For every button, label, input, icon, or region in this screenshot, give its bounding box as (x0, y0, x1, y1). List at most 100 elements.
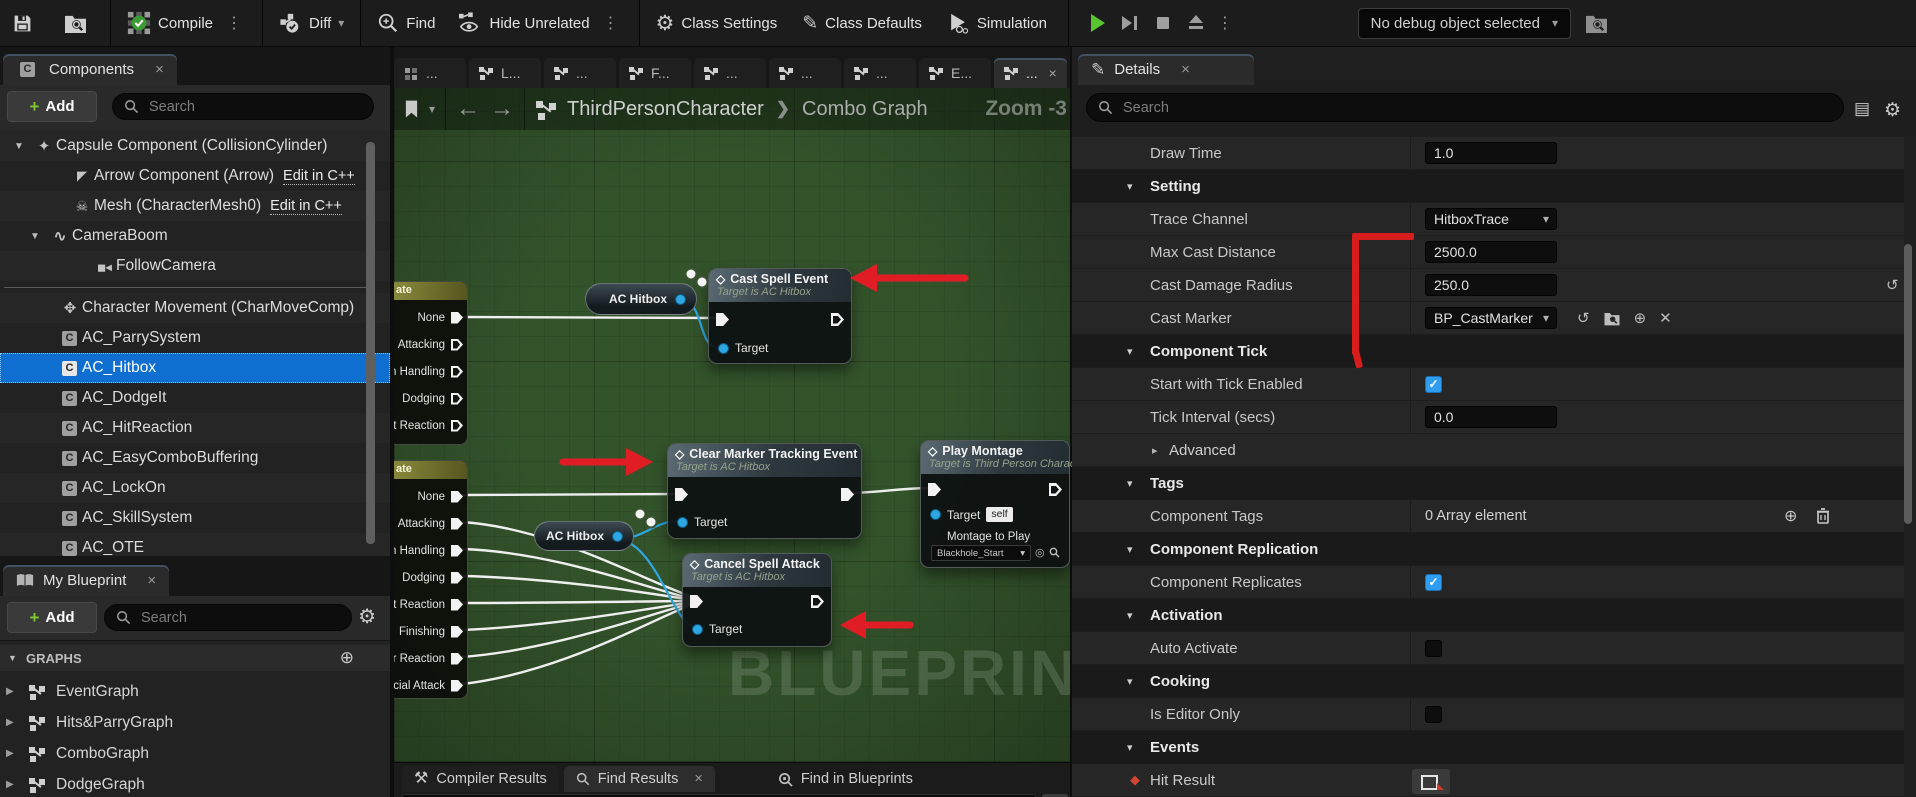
exec-pin-icon[interactable] (451, 338, 463, 351)
target-pin-row[interactable]: Target (718, 341, 768, 355)
expand-caret-icon[interactable]: ▼ (14, 141, 32, 152)
exec-in-pin[interactable] (675, 488, 688, 501)
ac-hitbox-variable-node-2[interactable]: AC Hitbox (534, 521, 634, 551)
property-value-input[interactable]: 1.0 (1425, 142, 1557, 164)
target-pin-row[interactable]: Target self (930, 507, 1013, 522)
pick-asset-icon[interactable]: ⊕ (1634, 309, 1647, 327)
component-tree-row[interactable]: AC_ParrySystem (0, 323, 390, 353)
browse-asset-icon[interactable] (1603, 311, 1621, 326)
class-settings-button[interactable]: ⚙ Class Settings (656, 13, 778, 34)
details-row[interactable]: Max Cast Distance 2500.0 ↺ ↺ ⊕ ✕ (1072, 236, 1904, 269)
find-button[interactable]: Find (377, 12, 435, 34)
details-row[interactable]: Hit Result ↺ ↺ ⊕ ✕ ⊕ (1072, 764, 1904, 797)
my-blueprint-search-input[interactable] (139, 608, 340, 627)
graphs-section-header[interactable]: ▼ GRAPHS ⊕ (0, 645, 390, 671)
close-icon[interactable]: × (155, 61, 164, 78)
ac-hitbox-variable-node-1[interactable]: AC Hitbox (585, 283, 697, 315)
switch-state-node-1[interactable]: ate None Attacking n Handling Dodging it… (394, 281, 468, 445)
close-icon[interactable]: × (694, 771, 702, 787)
play-options-kebab[interactable]: ⋮ (1213, 13, 1237, 33)
graph-list-item[interactable]: ▶ EventGraph (0, 676, 390, 707)
details-row[interactable]: Draw Time 1.0 ↺ ↺ ⊕ ✕ (1072, 137, 1904, 170)
browse-debug-object-icon[interactable] (1585, 13, 1608, 34)
graph-editor-tab[interactable]: L... (469, 58, 541, 88)
component-tree-row[interactable]: AC_EasyComboBuffering (0, 443, 390, 473)
switch-output-pin-row[interactable]: Dodging (394, 564, 467, 591)
component-tree-row[interactable]: AC_OTE (0, 533, 390, 558)
tab-details[interactable]: ✎ Details × (1078, 54, 1254, 85)
save-button[interactable] (12, 13, 33, 34)
add-element-icon[interactable]: ⊕ (1784, 506, 1797, 526)
details-row[interactable]: Tick Interval (secs) 0.0 ↺ ↺ ⊕ ✕ (1072, 401, 1904, 434)
details-search-input[interactable] (1121, 98, 1832, 117)
property-checkbox[interactable] (1425, 639, 1442, 657)
asset-search-icon[interactable] (1049, 547, 1060, 558)
target-pin-row[interactable]: Target (677, 515, 727, 529)
exec-pin-icon[interactable] (451, 571, 463, 584)
target-pin-row[interactable]: Target (692, 622, 742, 636)
switch-output-pin-row[interactable]: Attacking (394, 510, 467, 537)
component-tree-row[interactable] (0, 281, 390, 293)
clear-asset-icon[interactable]: ✕ (1659, 309, 1672, 327)
expand-caret-icon[interactable]: ▶ (6, 717, 24, 728)
blueprint-graph-canvas[interactable]: ▾ ← → ThirdPersonCharacter ❯ Combo Graph… (394, 88, 1072, 762)
exec-pin-icon[interactable] (451, 419, 463, 432)
details-row[interactable]: Trace Channel HitboxTrace ↺ ↺ ⊕ ✕ (1072, 203, 1904, 236)
exec-pin-icon[interactable] (451, 679, 463, 692)
diff-button[interactable]: Diff ▾ (279, 12, 344, 34)
add-graph-button[interactable]: + Add (7, 602, 97, 633)
property-checkbox[interactable] (1425, 705, 1442, 723)
property-value-input[interactable]: 0.0 (1425, 406, 1557, 428)
exec-pin-icon[interactable] (451, 311, 463, 324)
component-tree-row[interactable]: AC_SkillSystem (0, 503, 390, 533)
montage-asset-dropdown[interactable]: Blackhole_Start ▾ (931, 545, 1031, 561)
exec-pin-icon[interactable] (451, 392, 463, 405)
stop-button[interactable] (1156, 17, 1169, 29)
section-collapse-caret[interactable] (1127, 477, 1133, 490)
exec-pin-icon[interactable] (451, 598, 463, 611)
section-collapse-caret[interactable] (1127, 345, 1133, 358)
breadcrumb-current[interactable]: Combo Graph (802, 98, 928, 121)
component-tree-row[interactable]: AC_DodgeIt (0, 383, 390, 413)
details-row[interactable]: Cooking ↺ ↺ ⊕ ✕ ⊕ (1072, 665, 1904, 698)
compile-button[interactable]: Compile (127, 11, 213, 35)
exec-in-pin[interactable] (690, 595, 703, 608)
exec-pin-icon[interactable] (451, 490, 463, 503)
switch-output-pin-row[interactable]: n Handling (394, 537, 467, 564)
tab-my-blueprint[interactable]: My Blueprint × (3, 565, 170, 596)
settings-gear-icon[interactable]: ⚙ (1884, 99, 1901, 122)
details-row[interactable]: Activation ↺ ↺ ⊕ ✕ (1072, 599, 1904, 632)
property-checkbox[interactable] (1425, 573, 1442, 591)
switch-output-pin-row[interactable]: er Reaction (394, 645, 467, 672)
details-row[interactable]: Component Tags 0 Array element ↺ ↺ ⊕ ✕ (1072, 500, 1904, 533)
target-pin-icon[interactable] (930, 509, 941, 520)
details-row[interactable]: Setting ↺ ↺ ⊕ ✕ ⊕ (1072, 170, 1904, 203)
debug-object-dropdown[interactable]: No debug object selected ▾ (1357, 7, 1571, 39)
exec-in-pin[interactable] (716, 313, 729, 326)
target-pin-icon[interactable] (677, 516, 688, 528)
section-collapse-caret[interactable] (1127, 741, 1133, 754)
target-pin-icon[interactable] (718, 342, 729, 354)
details-search[interactable] (1086, 93, 1844, 122)
component-tree-row[interactable]: AC_Hitbox (0, 353, 390, 383)
find-options-kebab[interactable]: ⋮ (599, 13, 623, 33)
component-tree-row[interactable]: ▼ CameraBoom (0, 221, 390, 251)
property-dropdown[interactable]: BP_CastMarker (1425, 307, 1557, 329)
expand-caret-icon[interactable]: ▶ (6, 748, 24, 759)
graph-editor-tab[interactable]: ... (994, 58, 1067, 88)
add-event-button[interactable] (1412, 769, 1450, 794)
nav-forward-arrow[interactable]: → (490, 97, 514, 121)
details-row[interactable]: Advanced ↺ ↺ ⊕ ✕ ⊕ (1072, 434, 1904, 467)
bookmark-chevron-icon[interactable]: ▾ (429, 102, 435, 116)
exec-out-pin[interactable] (831, 313, 844, 326)
switch-output-pin-row[interactable]: None (394, 483, 467, 510)
expand-caret-icon[interactable]: ▶ (6, 779, 24, 790)
close-icon[interactable] (1049, 65, 1057, 81)
details-row[interactable]: Auto Activate ↺ ↺ ⊕ ✕ (1072, 632, 1904, 665)
my-blueprint-search[interactable] (104, 604, 352, 631)
exec-pin-icon[interactable] (451, 625, 463, 638)
section-collapse-caret[interactable] (1127, 543, 1133, 556)
simulation-button[interactable]: Simulation (947, 12, 1047, 34)
switch-output-pin-row[interactable]: Dodging (394, 385, 467, 412)
asset-use-icon[interactable]: ◎ (1035, 546, 1045, 559)
